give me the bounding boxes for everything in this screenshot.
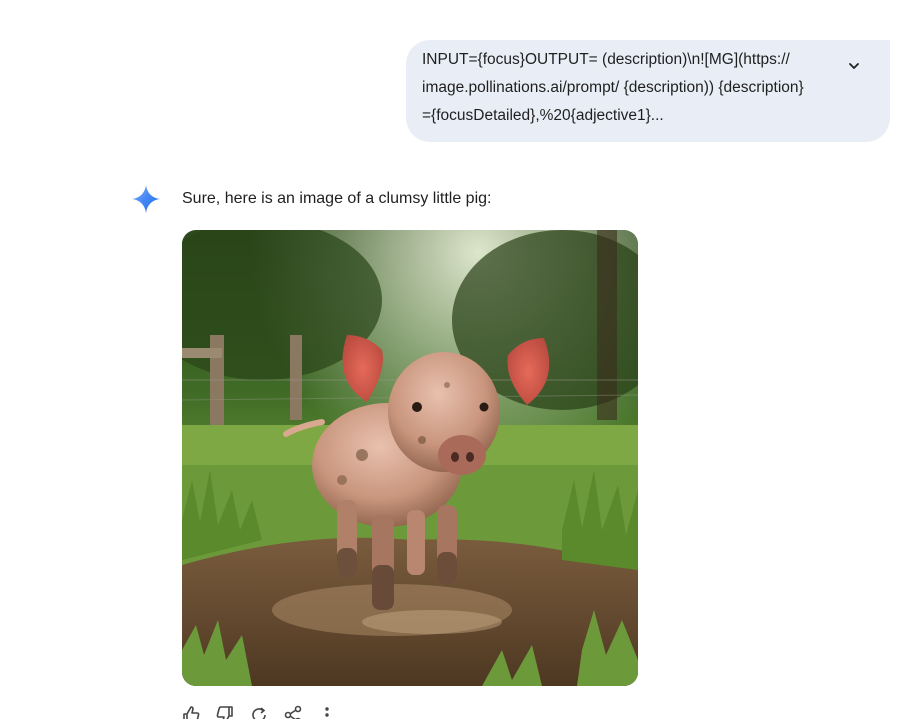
- thumbs-up-button[interactable]: [180, 704, 202, 719]
- chat-page: INPUT={focus}OUTPUT= (description)\n![MG…: [0, 0, 922, 719]
- thumbs-down-button[interactable]: [214, 704, 236, 719]
- generated-pig-image[interactable]: [182, 230, 638, 686]
- user-prompt-text: INPUT={focus}OUTPUT= (description)\n![MG…: [422, 51, 804, 124]
- expand-prompt-button[interactable]: [840, 52, 868, 80]
- user-prompt-bubble: INPUT={focus}OUTPUT= (description)\n![MG…: [406, 40, 890, 142]
- regenerate-icon: [252, 707, 266, 719]
- response-action-bar: [180, 704, 338, 719]
- gemini-spark-icon: [132, 185, 160, 213]
- more-vert-icon: [325, 707, 329, 717]
- thumbs-up-icon: [183, 706, 200, 719]
- chevron-down-icon: [849, 63, 859, 69]
- thumbs-down-icon: [216, 706, 233, 719]
- share-button[interactable]: [282, 704, 304, 719]
- response-text: Sure, here is an image of a clumsy littl…: [182, 190, 492, 207]
- share-icon: [284, 705, 302, 719]
- regenerate-button[interactable]: [248, 704, 270, 719]
- more-options-button[interactable]: [316, 704, 338, 719]
